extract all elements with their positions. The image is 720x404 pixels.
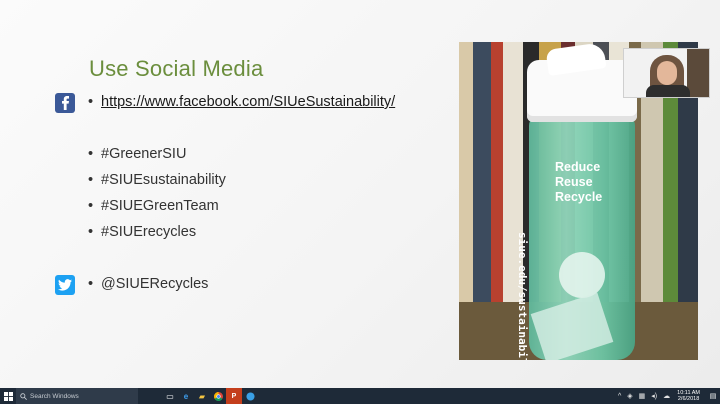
presentation-slide: Use Social Media • https://www.facebook.… bbox=[0, 0, 720, 388]
bullet-marker: • bbox=[88, 276, 94, 292]
webex-icon[interactable] bbox=[242, 388, 258, 404]
chevron-up-icon[interactable]: ^ bbox=[618, 393, 621, 400]
meeting-app-icon bbox=[245, 391, 255, 401]
hashtag-item: #SIUErecycles bbox=[101, 224, 197, 240]
recycle-logo bbox=[559, 252, 605, 298]
bullet-marker: • bbox=[88, 146, 94, 162]
facebook-icon bbox=[55, 93, 75, 113]
clock-date: 2/6/2018 bbox=[677, 396, 700, 402]
onedrive-icon[interactable]: ☁ bbox=[663, 392, 670, 400]
slide-title: Use Social Media bbox=[89, 56, 264, 81]
powerpoint-icon[interactable]: P bbox=[226, 388, 242, 404]
bullet-marker: • bbox=[88, 198, 94, 214]
facebook-link[interactable]: https://www.facebook.com/SIUeSustainabil… bbox=[101, 94, 395, 110]
bottle-slogan-line: Recycle bbox=[555, 190, 603, 204]
taskbar-search[interactable]: Search Windows bbox=[16, 388, 138, 404]
taskbar: Search Windows ▭ e ▰ P ^ ◈ ▦ ◂) ☁ 10:11 … bbox=[0, 388, 720, 404]
hashtag-item: #SIUEGreenTeam bbox=[101, 198, 219, 214]
windows-icon bbox=[3, 391, 13, 401]
notification-center-icon[interactable]: ▤ bbox=[706, 388, 720, 404]
bottle-slogan: Reduce Reuse Recycle bbox=[555, 160, 602, 205]
system-tray: ^ ◈ ▦ ◂) ☁ 10:11 AM 2/6/2018 ▤ bbox=[615, 388, 720, 404]
edge-browser-icon[interactable]: e bbox=[178, 388, 194, 404]
webcam-overlay bbox=[623, 48, 710, 98]
chrome-icon[interactable] bbox=[210, 388, 226, 404]
search-placeholder: Search Windows bbox=[30, 392, 79, 400]
clock[interactable]: 10:11 AM 2/6/2018 bbox=[677, 390, 700, 403]
twitter-handle: @SIUERecycles bbox=[101, 276, 209, 292]
twitter-icon bbox=[55, 275, 75, 295]
start-button[interactable] bbox=[0, 388, 16, 404]
bottle-slogan-line: Reuse bbox=[555, 175, 593, 189]
shield-icon[interactable]: ◈ bbox=[627, 392, 632, 400]
hashtag-item: #GreenerSIU bbox=[101, 146, 187, 162]
search-icon bbox=[20, 392, 27, 400]
bullet-marker: • bbox=[88, 224, 94, 240]
presenter-face bbox=[657, 61, 677, 85]
bullet-marker: • bbox=[88, 94, 94, 110]
volume-icon[interactable]: ◂) bbox=[651, 392, 657, 400]
bottle-url: siue.edu/sustainability bbox=[516, 232, 529, 360]
chrome-logo-icon bbox=[213, 391, 223, 401]
bullet-marker: • bbox=[88, 172, 94, 188]
hashtag-item: #SIUEsustainability bbox=[101, 172, 226, 188]
task-view-icon[interactable]: ▭ bbox=[162, 388, 178, 404]
bottle-slogan-line: Reduce bbox=[555, 160, 601, 174]
file-explorer-icon[interactable]: ▰ bbox=[194, 388, 210, 404]
network-icon[interactable]: ▦ bbox=[639, 392, 646, 400]
